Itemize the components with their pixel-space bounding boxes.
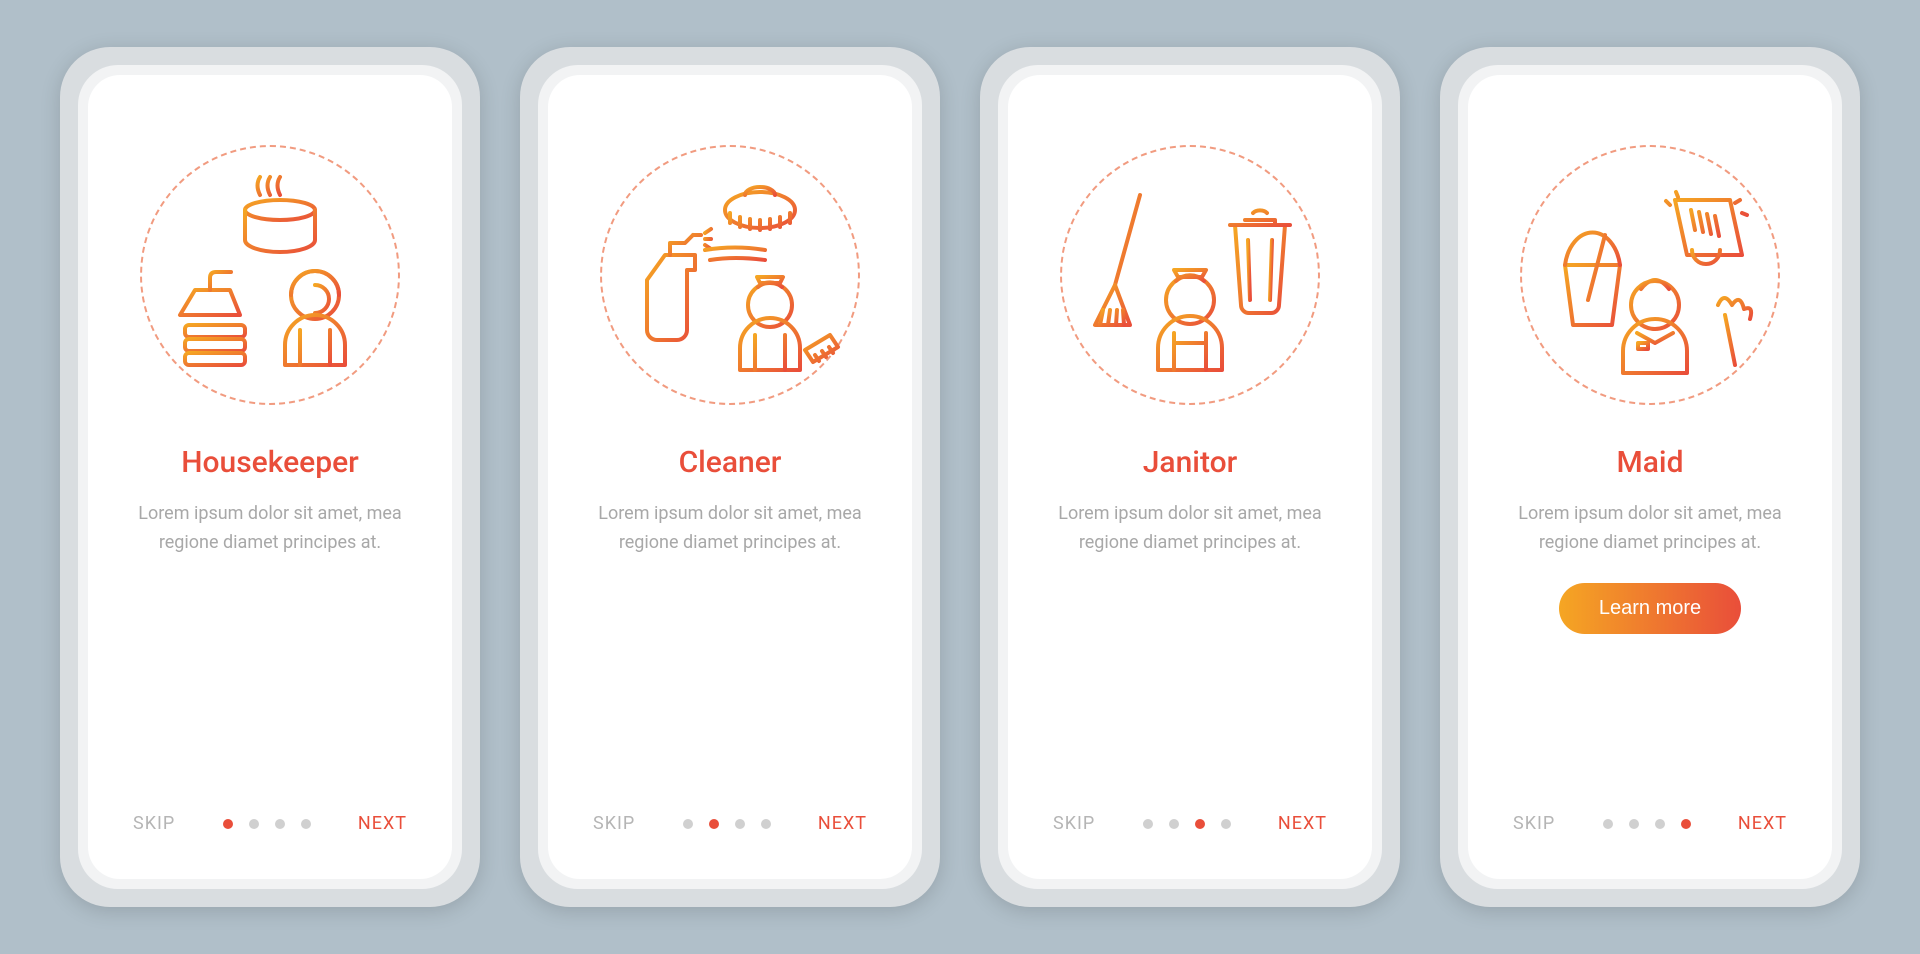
screen-description: Lorem ipsum dolor sit amet, mea regione …: [588, 500, 872, 558]
dot-4[interactable]: [301, 819, 311, 829]
pagination-dots: [223, 819, 311, 829]
housekeeper-icon: [130, 135, 410, 415]
dot-3[interactable]: [1655, 819, 1665, 829]
screen-description: Lorem ipsum dolor sit amet, mea regione …: [1508, 500, 1792, 558]
skip-button[interactable]: SKIP: [133, 813, 175, 834]
pagination-dots: [1143, 819, 1231, 829]
janitor-icon: [1050, 135, 1330, 415]
screen-title: Housekeeper: [181, 445, 359, 480]
pagination-dots: [1603, 819, 1691, 829]
dot-4[interactable]: [761, 819, 771, 829]
dot-2[interactable]: [709, 819, 719, 829]
dot-3[interactable]: [735, 819, 745, 829]
bottom-nav: SKIP NEXT: [1468, 813, 1832, 834]
next-button[interactable]: NEXT: [358, 813, 407, 834]
skip-button[interactable]: SKIP: [593, 813, 635, 834]
screen-title: Maid: [1617, 445, 1684, 480]
onboarding-screen-cleaner: Cleaner Lorem ipsum dolor sit amet, mea …: [548, 75, 912, 879]
onboarding-screen-janitor: Janitor Lorem ipsum dolor sit amet, mea …: [1008, 75, 1372, 879]
next-button[interactable]: NEXT: [1738, 813, 1787, 834]
cleaner-icon: [590, 135, 870, 415]
learn-more-button[interactable]: Learn more: [1559, 583, 1741, 634]
skip-button[interactable]: SKIP: [1053, 813, 1095, 834]
dot-1[interactable]: [1143, 819, 1153, 829]
dot-4[interactable]: [1221, 819, 1231, 829]
phone-mockup: Janitor Lorem ipsum dolor sit amet, mea …: [980, 47, 1400, 907]
next-button[interactable]: NEXT: [1278, 813, 1327, 834]
dot-1[interactable]: [1603, 819, 1613, 829]
skip-button[interactable]: SKIP: [1513, 813, 1555, 834]
bottom-nav: SKIP NEXT: [88, 813, 452, 834]
pagination-dots: [683, 819, 771, 829]
dot-2[interactable]: [249, 819, 259, 829]
phone-mockup: Housekeeper Lorem ipsum dolor sit amet, …: [60, 47, 480, 907]
dot-2[interactable]: [1629, 819, 1639, 829]
dot-1[interactable]: [223, 819, 233, 829]
phone-mockup: Maid Lorem ipsum dolor sit amet, mea reg…: [1440, 47, 1860, 907]
screen-description: Lorem ipsum dolor sit amet, mea regione …: [1048, 500, 1332, 558]
dot-3[interactable]: [1195, 819, 1205, 829]
bottom-nav: SKIP NEXT: [548, 813, 912, 834]
onboarding-screen-maid: Maid Lorem ipsum dolor sit amet, mea reg…: [1468, 75, 1832, 879]
next-button[interactable]: NEXT: [818, 813, 867, 834]
bottom-nav: SKIP NEXT: [1008, 813, 1372, 834]
dot-2[interactable]: [1169, 819, 1179, 829]
dot-1[interactable]: [683, 819, 693, 829]
screen-title: Janitor: [1143, 445, 1237, 480]
screen-title: Cleaner: [679, 445, 782, 480]
dot-4[interactable]: [1681, 819, 1691, 829]
screen-description: Lorem ipsum dolor sit amet, mea regione …: [128, 500, 412, 558]
maid-icon: [1510, 135, 1790, 415]
dot-3[interactable]: [275, 819, 285, 829]
phone-mockup: Cleaner Lorem ipsum dolor sit amet, mea …: [520, 47, 940, 907]
onboarding-screen-housekeeper: Housekeeper Lorem ipsum dolor sit amet, …: [88, 75, 452, 879]
